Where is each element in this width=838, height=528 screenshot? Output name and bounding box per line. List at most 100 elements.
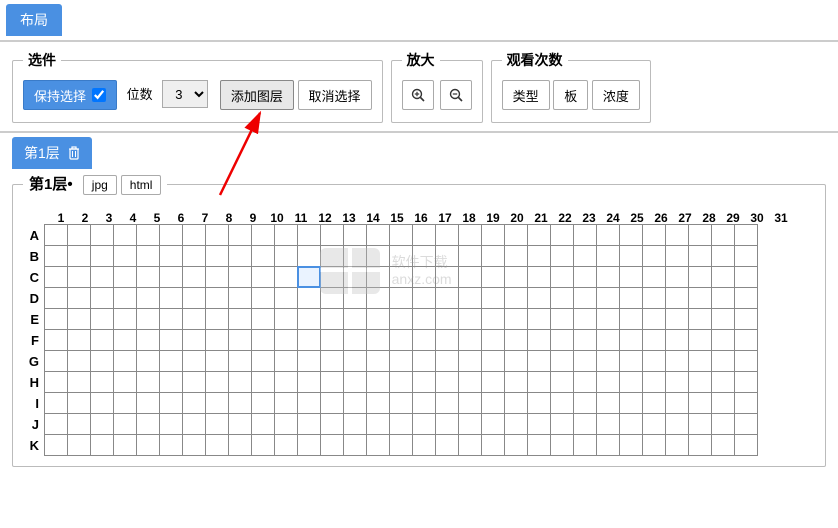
grid-cell[interactable] — [343, 308, 367, 330]
grid-cell[interactable] — [90, 329, 114, 351]
grid-cell[interactable] — [90, 287, 114, 309]
grid-cell[interactable] — [619, 266, 643, 288]
grid-cell[interactable] — [688, 350, 712, 372]
grid-cell[interactable] — [366, 350, 390, 372]
grid-cell[interactable] — [573, 329, 597, 351]
grid-cell[interactable] — [504, 371, 528, 393]
grid-cell[interactable] — [711, 308, 735, 330]
grid-cell[interactable] — [550, 434, 574, 456]
grid-cell[interactable] — [113, 287, 137, 309]
grid-cell[interactable] — [734, 371, 758, 393]
grid-cell[interactable] — [412, 308, 436, 330]
grid-cell[interactable] — [67, 224, 91, 246]
grid-cell[interactable] — [343, 329, 367, 351]
grid-cell[interactable] — [389, 350, 413, 372]
grid-cell[interactable] — [711, 224, 735, 246]
grid-cell[interactable] — [504, 350, 528, 372]
grid-cell[interactable] — [642, 413, 666, 435]
grid-cell[interactable] — [251, 413, 275, 435]
grid-cell[interactable] — [366, 266, 390, 288]
grid-cell[interactable] — [44, 350, 68, 372]
grid-cell[interactable] — [688, 371, 712, 393]
grid-cell[interactable] — [642, 224, 666, 246]
grid-cell[interactable] — [320, 329, 344, 351]
grid-cell[interactable] — [688, 308, 712, 330]
grid-cell[interactable] — [274, 245, 298, 267]
grid-cell[interactable] — [366, 371, 390, 393]
add-layer-button[interactable]: 添加图层 — [220, 80, 294, 110]
grid-cell[interactable] — [412, 392, 436, 414]
grid-cell[interactable] — [343, 413, 367, 435]
grid-cell[interactable] — [734, 308, 758, 330]
grid-cell[interactable] — [458, 266, 482, 288]
grid-cell[interactable] — [734, 434, 758, 456]
grid-cell[interactable] — [90, 308, 114, 330]
grid-cell[interactable] — [550, 287, 574, 309]
grid-cell[interactable] — [665, 245, 689, 267]
grid-cell[interactable] — [274, 434, 298, 456]
grid-cell[interactable] — [596, 245, 620, 267]
grid-cell[interactable] — [504, 287, 528, 309]
grid-cell[interactable] — [274, 308, 298, 330]
grid-cell[interactable] — [205, 308, 229, 330]
grid-cell[interactable] — [435, 266, 459, 288]
grid-cell[interactable] — [251, 329, 275, 351]
grid-cell[interactable] — [550, 266, 574, 288]
zoom-out-button[interactable] — [440, 80, 472, 110]
grid-cell[interactable] — [435, 350, 459, 372]
grid-cell[interactable] — [642, 350, 666, 372]
grid-cell[interactable] — [596, 413, 620, 435]
grid-cell[interactable] — [435, 371, 459, 393]
grid-cell[interactable] — [688, 224, 712, 246]
grid-cell[interactable] — [251, 308, 275, 330]
grid-cell[interactable] — [619, 329, 643, 351]
grid-cell[interactable] — [573, 266, 597, 288]
grid-cell[interactable] — [136, 266, 160, 288]
grid-cell[interactable] — [159, 224, 183, 246]
grid-cell[interactable] — [550, 224, 574, 246]
grid-cell[interactable] — [527, 308, 551, 330]
grid-cell[interactable] — [550, 329, 574, 351]
grid-cell[interactable] — [136, 371, 160, 393]
grid-cell[interactable] — [734, 329, 758, 351]
keep-selection-checkbox[interactable] — [92, 88, 106, 102]
grid-cell[interactable] — [619, 350, 643, 372]
grid-cell[interactable] — [642, 245, 666, 267]
grid-cell[interactable] — [366, 224, 390, 246]
grid-cell[interactable] — [504, 224, 528, 246]
grid-cell[interactable] — [297, 224, 321, 246]
grid-cell[interactable] — [228, 413, 252, 435]
grid-cell[interactable] — [458, 308, 482, 330]
grid-cell[interactable] — [527, 287, 551, 309]
grid-cell[interactable] — [159, 329, 183, 351]
grid-cell[interactable] — [711, 392, 735, 414]
grid-cell[interactable] — [251, 224, 275, 246]
grid-cell[interactable] — [573, 434, 597, 456]
grid-cell[interactable] — [182, 434, 206, 456]
grid-cell[interactable] — [228, 392, 252, 414]
delete-layer-icon[interactable] — [68, 146, 80, 160]
grid-cell[interactable] — [481, 350, 505, 372]
grid-cell[interactable] — [136, 287, 160, 309]
grid-cell[interactable] — [458, 350, 482, 372]
grid-cell[interactable] — [136, 392, 160, 414]
grid-cell[interactable] — [274, 371, 298, 393]
grid-cell[interactable] — [688, 287, 712, 309]
grid-cell[interactable] — [205, 329, 229, 351]
grid-cell[interactable] — [481, 329, 505, 351]
grid-cell[interactable] — [228, 371, 252, 393]
grid-cell[interactable] — [389, 287, 413, 309]
grid-cell[interactable] — [527, 245, 551, 267]
grid-cell[interactable] — [458, 245, 482, 267]
grid-cell[interactable] — [734, 392, 758, 414]
grid-cell[interactable] — [274, 413, 298, 435]
grid-cell[interactable] — [90, 245, 114, 267]
grid-cell[interactable] — [182, 308, 206, 330]
grid-cell[interactable] — [688, 413, 712, 435]
grid-cell[interactable] — [182, 329, 206, 351]
layer-tab-1[interactable]: 第1层 — [12, 137, 92, 169]
grid-cell[interactable] — [228, 434, 252, 456]
grid-cell[interactable] — [711, 329, 735, 351]
grid-cell[interactable] — [113, 371, 137, 393]
view-type-button[interactable]: 类型 — [502, 80, 550, 110]
